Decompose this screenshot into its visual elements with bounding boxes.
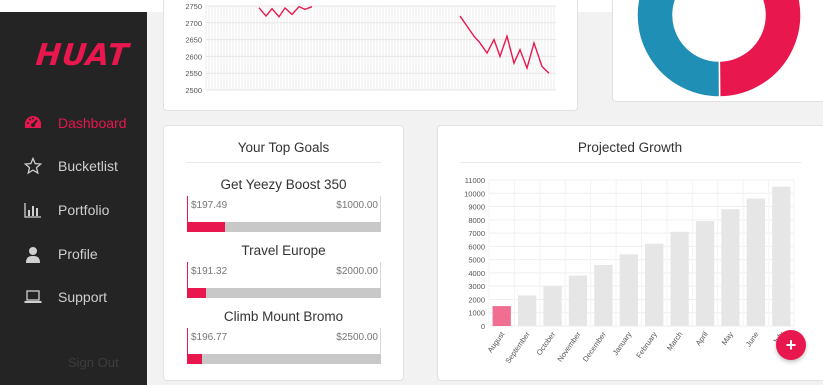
goal-progress-3[interactable]: $196.77 $2500.00 — [187, 328, 381, 364]
x-tick-label: April — [694, 330, 710, 348]
y-tick-label: 2700 — [185, 19, 202, 28]
bar-chart-icon — [24, 201, 42, 219]
goal-progress-bar — [187, 288, 381, 298]
goal-target-marker — [380, 196, 381, 222]
projected-growth-bar-chart: 0 1000 2000 3000 4000 5000 6000 7000 8000 9000 100… — [464, 176, 795, 366]
goal-name: Travel Europe — [241, 243, 326, 258]
card-title: Projected Growth — [577, 140, 683, 155]
x-tick-label: October — [535, 330, 558, 357]
y-tick-label: 0 — [481, 322, 485, 331]
y-tick-label: 9000 — [468, 203, 485, 212]
y-tick-label: 2500 — [185, 86, 202, 95]
top-goals-card: Your Top Goals Get Yeezy Boost 350 $197.… — [163, 125, 404, 381]
bar — [772, 186, 791, 326]
app-logo[interactable]: HUAT — [34, 38, 131, 73]
sidebar-item-label: Profile — [58, 246, 98, 262]
goal-current-amount: $196.77 — [191, 332, 228, 343]
add-fab-button[interactable]: + — [776, 330, 806, 360]
goal-target-marker — [380, 328, 381, 354]
bar — [568, 275, 588, 326]
donut-slice — [636, 0, 721, 98]
x-tick-label: September — [503, 330, 532, 366]
goal-current-amount: $191.32 — [191, 266, 228, 277]
goal-name: Get Yeezy Boost 350 — [220, 177, 347, 192]
sidebar-item-label: Portfolio — [58, 202, 110, 218]
goal-target-amount: $1000.00 — [336, 200, 378, 211]
goal-progress-bar — [187, 354, 381, 364]
x-tick-label: February — [634, 330, 659, 360]
goal-progress-fill — [187, 222, 226, 232]
y-tick-label: 7000 — [468, 229, 485, 238]
x-tick-label: June — [744, 330, 761, 348]
dashboard-gauge-icon — [24, 114, 42, 132]
goal-name: Climb Mount Bromo — [223, 309, 344, 324]
goal-progress-bar — [187, 222, 381, 232]
y-tick-label: 2550 — [185, 69, 202, 78]
user-icon — [24, 245, 42, 263]
bar — [492, 306, 511, 326]
x-tick-label: May — [720, 330, 736, 347]
y-tick-label: 11000 — [465, 176, 485, 185]
bar — [594, 264, 613, 326]
sidebar-item-portfolio[interactable]: Portfolio — [0, 195, 147, 225]
y-tick-label: 5000 — [468, 256, 485, 265]
bar — [645, 243, 664, 326]
bar — [721, 209, 740, 326]
x-tick-label: January — [611, 330, 634, 357]
y-tick-label: 2600 — [185, 52, 202, 61]
sidebar-item-label: Support — [58, 289, 108, 305]
x-tick-label: August — [486, 329, 507, 354]
sidebar-item-dashboard[interactable]: Dashboard — [0, 108, 147, 138]
allocation-donut-chart — [636, 0, 802, 98]
goal-target-amount: $2500.00 — [336, 332, 378, 343]
y-tick-label: 1000 — [468, 309, 485, 318]
donut-slice — [718, 0, 802, 98]
sidebar: HUAT Dashboard Bucketlist Portfolio Prof… — [0, 12, 147, 385]
x-tick-label: March — [665, 330, 684, 352]
y-tick-label: 2000 — [468, 295, 485, 304]
goal-target-amount: $2000.00 — [336, 266, 378, 277]
y-tick-label: 6000 — [468, 242, 485, 251]
y-tick-label: 4000 — [468, 269, 485, 278]
goal-current-amount: $197.49 — [191, 200, 228, 211]
bar — [746, 198, 766, 326]
price-line-chart-card: 2500 2550 2600 2650 2700 2750 — [163, 0, 578, 111]
sidebar-item-label: Bucketlist — [58, 158, 118, 174]
bar — [695, 221, 715, 326]
laptop-icon — [24, 288, 42, 306]
sidebar-item-profile[interactable]: Profile — [0, 239, 147, 269]
sidebar-item-support[interactable]: Support — [0, 282, 147, 312]
sidebar-item-bucketlist[interactable]: Bucketlist — [0, 151, 147, 181]
x-tick-label: November — [555, 330, 583, 364]
x-tick-label: December — [581, 330, 609, 364]
bar — [543, 286, 562, 326]
goal-progress-fill — [187, 354, 203, 364]
goal-progress-fill — [187, 288, 206, 298]
y-tick-label: 3000 — [468, 282, 485, 291]
y-tick-label: 2750 — [185, 2, 202, 11]
goal-target-marker — [380, 262, 381, 288]
allocation-donut-card — [612, 0, 823, 102]
goal-progress-1[interactable]: $197.49 $1000.00 — [187, 196, 381, 232]
y-tick-label: 10000 — [464, 189, 485, 198]
y-tick-label: 2650 — [185, 36, 202, 45]
star-outline-icon — [24, 157, 42, 175]
bar — [670, 231, 689, 326]
price-line-chart: 2500 2550 2600 2650 2700 2750 — [185, 2, 556, 95]
sign-out-link[interactable]: Sign Out — [68, 355, 119, 370]
bar — [619, 254, 638, 326]
projected-growth-card: Projected Growth 0 1000 2000 3000 4000 5000 60… — [437, 125, 823, 381]
bar — [517, 295, 537, 326]
divider — [460, 162, 801, 163]
goal-progress-2[interactable]: $191.32 $2000.00 — [187, 262, 381, 298]
card-title: Your Top Goals — [237, 140, 330, 155]
y-tick-label: 8000 — [468, 216, 485, 225]
divider — [186, 162, 381, 163]
sidebar-item-label: Dashboard — [58, 115, 127, 131]
